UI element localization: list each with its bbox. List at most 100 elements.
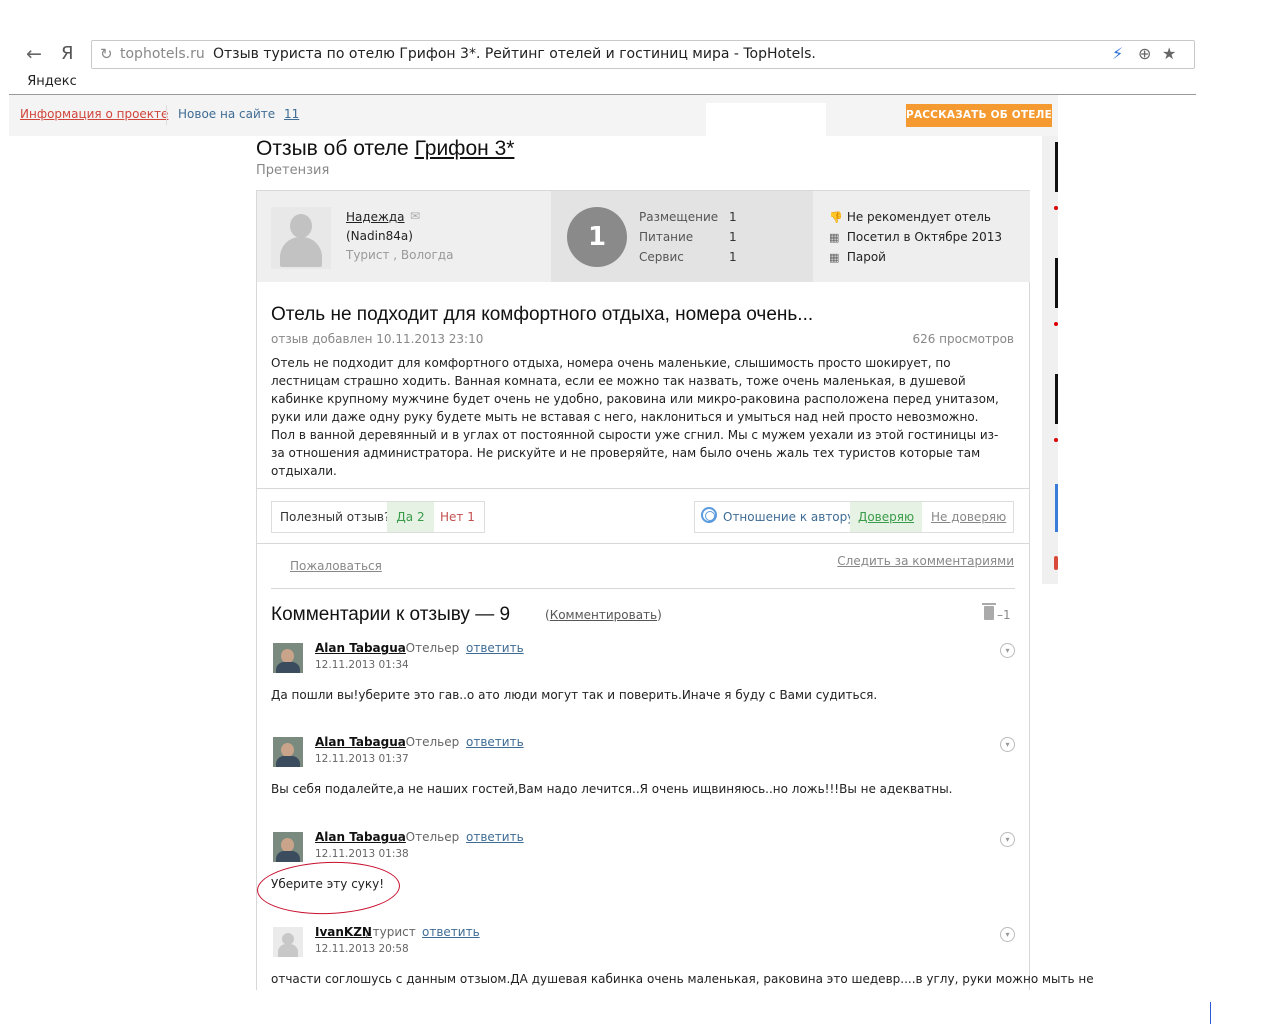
yandex-home-button[interactable]: Я [61,40,74,68]
score-value: 1 [729,250,737,264]
comment-author-link[interactable]: Alan Tabagua [315,641,406,655]
avatar-head [290,214,312,238]
avatar[interactable] [271,207,331,269]
chevron-down-icon[interactable]: ▾ [1000,737,1015,752]
author-login: (Nadin84a) [346,229,413,243]
comment-action-label[interactable]: Комментировать [550,608,657,622]
strip-dot [1054,438,1058,442]
target-icon [701,507,717,523]
comment: IvanKZN , турист ответить 12.11.2013 20:… [271,925,1094,1015]
reply-link[interactable]: ответить [466,735,524,749]
strip-segment [1055,374,1058,424]
review-views: 626 просмотров [912,332,1014,346]
review-body: Отель не подходит для комфортного отдыха… [271,356,999,478]
distrust-button[interactable]: Не доверяю [931,510,1006,524]
avatar[interactable] [273,737,303,767]
comment: Alan Tabagua , Отельер ответить 12.11.20… [271,641,1015,731]
score-block: 1 Размещение 1 Питание 1 Сервис 1 [551,191,813,282]
strip-dot [1054,206,1058,210]
author-role: Турист , Вологда [346,248,454,262]
add-comment-link[interactable]: (Комментировать) [545,608,662,622]
score-label: Сервис [639,250,684,264]
meta-text: Не рекомендует отель [846,210,991,224]
chevron-down-icon[interactable]: ▾ [1000,832,1015,847]
reply-link[interactable]: ответить [466,641,524,655]
address-page-title: Отзыв туриста по отелю Грифон 3*. Рейтин… [213,46,816,62]
avatar[interactable] [273,832,303,862]
address-bar[interactable]: ↻ tophotels.ru Отзыв туриста по отелю Гр… [91,40,1195,69]
whats-new-link[interactable]: Новое на сайте [178,107,275,121]
meta-text: Парой [846,250,886,264]
comment-author-role: , Отельер [398,641,460,655]
avatar-body [280,237,322,267]
whats-new-count[interactable]: 11 [284,107,299,121]
reply-link[interactable]: ответить [422,925,480,939]
comment-date: 12.11.2013 01:38 [315,848,409,860]
back-button[interactable]: ← [26,40,42,68]
zoom-icon[interactable]: ⊕ [1138,44,1151,63]
trash-icon[interactable] [982,603,996,620]
site-topbar: Информация о проекте Новое на сайте 11 Р… [9,95,1058,136]
meta-not-recommend: 👎 Не рекомендует отель [829,210,991,224]
side-scroll-strip[interactable] [1042,136,1058,584]
reload-icon[interactable]: ↻ [100,45,113,63]
comment-text: Вы себя подалейте,а не наших гостей,Вам … [271,782,953,796]
topbar-separator [166,105,167,125]
comment-text: Да пошли вы!уберите это гав..о ато люди … [271,688,878,702]
complain-link[interactable]: Пожаловаться [290,559,382,573]
hotel-name-link[interactable]: Грифон 3* [415,137,515,160]
review-date: отзыв добавлен 10.11.2013 23:10 [271,332,484,346]
avatar[interactable] [273,643,303,673]
reply-link[interactable]: ответить [466,830,524,844]
meta-visit-date: ▦ Посетил в Октябре 2013 [829,230,1002,244]
useful-yes-button[interactable]: Да 2 [387,502,434,532]
comment: Alan Tabagua , Отельер ответить 12.11.20… [271,735,1015,825]
meta-travel-type: ▦ Парой [829,250,886,264]
score-value: 1 [729,210,737,224]
comment-author-link[interactable]: IvanKZN [315,925,372,939]
comment-author-role: , Отельер [398,830,460,844]
divider [257,543,1029,544]
review-headline: Отель не подходит для комфортного отдыха… [271,304,814,325]
useful-no-button[interactable]: Нет 1 [440,510,475,524]
review-type: Претензия [256,163,330,178]
comment-author-link[interactable]: Alan Tabagua [315,735,406,749]
strip-dot [1054,322,1058,326]
trust-button[interactable]: Доверяю [850,502,922,532]
comment-author-link[interactable]: Alan Tabagua [315,830,406,844]
divider [257,488,1029,489]
bookmark-star-icon[interactable]: ★ [1162,44,1176,63]
sync-icon[interactable]: ⚡ [1112,44,1123,63]
review-meta: 👎 Не рекомендует отель ▦ Посетил в Октяб… [813,191,1030,282]
strip-segment [1055,142,1058,192]
chevron-down-icon[interactable]: ▾ [1000,927,1015,942]
calendar-icon: ▦ [829,231,840,244]
trust-label: Отношение к автору [723,510,855,524]
thumbs-down-icon: 👎 [829,211,843,224]
useful-vote: Полезный отзыв? Да 2 Нет 1 [271,501,485,533]
avatar-face [281,649,294,663]
author-trust: Отношение к автору Доверяю Не доверяю [694,501,1014,533]
bookmark-yandex[interactable]: Яндекс [20,72,84,94]
mail-icon[interactable]: ✉ [410,209,420,223]
strip-blue-segment [1055,484,1058,532]
comment-date: 12.11.2013 20:58 [315,943,409,955]
comment-action-bracket: ) [657,608,662,622]
chevron-down-icon[interactable]: ▾ [1000,643,1015,658]
page-title-prefix: Отзыв об отеле [256,137,409,160]
score-label: Питание [639,230,694,244]
page-title: Отзыв об отеле Грифон 3* [256,137,514,161]
comment-date: 12.11.2013 01:34 [315,659,409,671]
avatar[interactable] [273,927,303,957]
address-domain: tophotels.ru [120,46,205,62]
author-name-link[interactable]: Надежда [346,210,405,224]
meta-text: Посетил в Октябре 2013 [846,230,1002,244]
follow-comments-link[interactable]: Следить за комментариями [837,554,1014,568]
overall-score: 1 [567,207,627,267]
tell-about-hotel-button[interactable]: РАССКАЗАТЬ ОБ ОТЕЛЕ [906,104,1052,127]
strip-segment [1055,258,1058,308]
avatar-body [276,851,300,862]
project-info-link[interactable]: Информация о проекте [20,107,168,121]
comment-author-role: , Отельер [398,735,460,749]
score-label: Размещение [639,210,719,224]
